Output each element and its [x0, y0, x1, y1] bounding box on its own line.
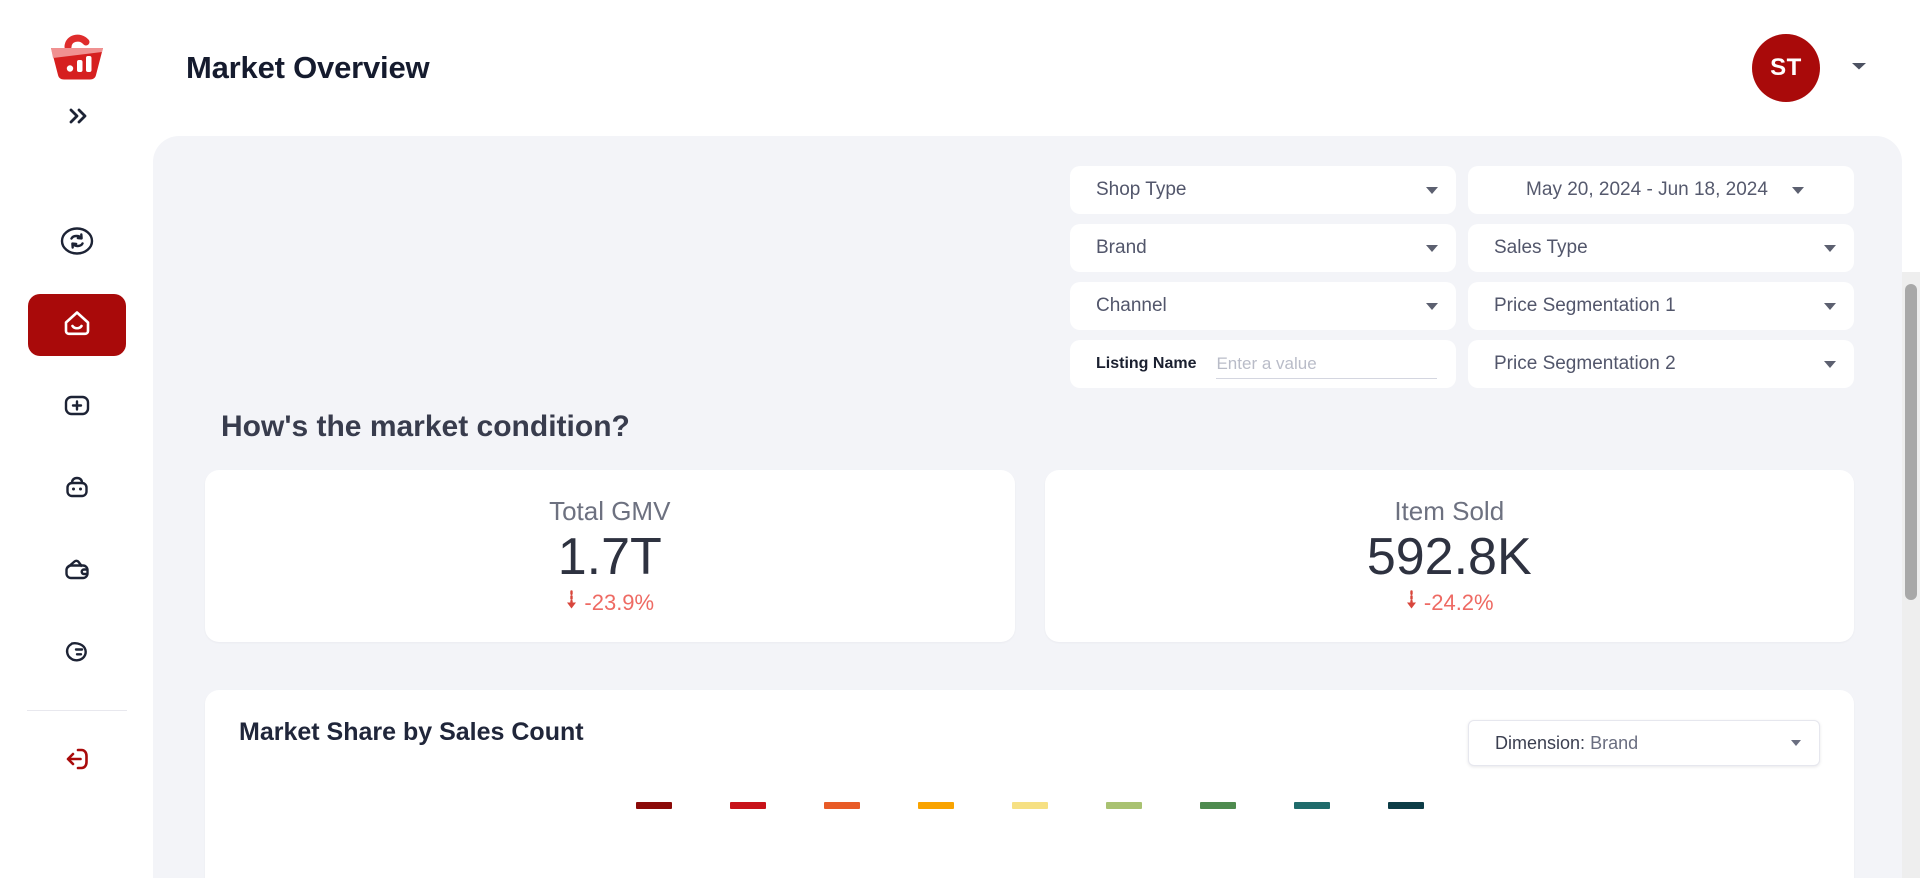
- legend-item[interactable]: [889, 802, 983, 809]
- filter-price-segmentation-2-label: Price Segmentation 2: [1494, 353, 1676, 374]
- chevron-down-icon: [1850, 59, 1868, 77]
- sidebar-item-wallet[interactable]: [28, 540, 126, 602]
- legend-swatch: [1387, 802, 1424, 809]
- app-logo[interactable]: [46, 26, 108, 88]
- sidebar: [0, 0, 153, 878]
- filter-shop-type-label: Shop Type: [1096, 179, 1187, 200]
- home-icon: [59, 305, 95, 346]
- legend-swatch: [917, 802, 954, 809]
- chart-title: Market Share by Sales Count: [239, 718, 584, 746]
- kpi-delta-value: -24.2%: [1423, 589, 1494, 615]
- filter-brand[interactable]: Brand: [1070, 224, 1456, 272]
- chart-card-market-share: Market Share by Sales Count Dimension: B…: [205, 690, 1854, 878]
- chevron-down-icon: [1824, 302, 1836, 310]
- vertical-scrollbar-thumb[interactable]: [1905, 284, 1917, 600]
- chat-bubble-icon: [60, 634, 94, 673]
- chevron-down-icon: [1791, 740, 1801, 746]
- chevron-down-icon: [1824, 360, 1836, 368]
- kpi-delta: -24.2%: [1405, 590, 1494, 616]
- avatar[interactable]: ST: [1752, 34, 1820, 102]
- arrow-down-icon: [1405, 589, 1418, 616]
- kpi-delta: -23.9%: [565, 590, 654, 616]
- sidebar-nav: [27, 212, 126, 684]
- plus-square-icon: [60, 388, 94, 427]
- legend-item[interactable]: [795, 802, 889, 809]
- kpi-delta-value: -23.9%: [584, 589, 655, 615]
- sidebar-item-bag[interactable]: [28, 458, 126, 520]
- legend-item[interactable]: [701, 802, 795, 809]
- legend-item[interactable]: [1077, 802, 1171, 809]
- filter-bar: Shop Type Brand Channel Listing Name Ent…: [153, 136, 1902, 388]
- sidebar-item-sync[interactable]: [28, 212, 126, 274]
- filter-column-left: Shop Type Brand Channel Listing Name Ent…: [1070, 166, 1456, 388]
- app-root: Market Overview ST Shop Type Brand Chann…: [0, 0, 1920, 878]
- chart-card-header: Market Share by Sales Count Dimension: B…: [239, 718, 1820, 766]
- listing-name-label: Listing Name: [1096, 355, 1197, 372]
- chevron-down-icon: [1824, 244, 1836, 252]
- chevron-down-icon: [1426, 186, 1438, 194]
- logout-icon: [59, 741, 95, 782]
- panel-scroll-region: Shop Type Brand Channel Listing Name Ent…: [153, 136, 1920, 878]
- kpi-card-total-gmv: Total GMV 1.7T -23.9%: [205, 470, 1015, 642]
- dimension-select-label: Dimension: Brand: [1495, 733, 1791, 754]
- filter-sales-type[interactable]: Sales Type: [1468, 224, 1854, 272]
- legend-item[interactable]: [983, 802, 1077, 809]
- listing-name-input[interactable]: [1216, 349, 1438, 379]
- page-title: Market Overview: [186, 50, 430, 85]
- sidebar-divider: [26, 710, 127, 711]
- legend-swatch: [823, 802, 860, 809]
- filter-channel-label: Channel: [1096, 295, 1167, 316]
- chevron-down-icon: [1426, 302, 1438, 310]
- legend-item[interactable]: [1265, 802, 1359, 809]
- dimension-select-key: Dimension:: [1495, 732, 1586, 753]
- legend-item[interactable]: [1359, 802, 1453, 809]
- kpi-value: 592.8K: [1366, 528, 1532, 587]
- chart-legend: [239, 802, 1820, 809]
- arrow-down-icon: [565, 589, 578, 616]
- sync-circle-icon: [60, 224, 94, 263]
- shopping-bag-icon: [60, 470, 94, 509]
- filter-date-range[interactable]: May 20, 2024 - Jun 18, 2024: [1468, 166, 1854, 214]
- kpi-label: Item Sold: [1394, 496, 1505, 527]
- sidebar-item-chat[interactable]: [28, 622, 126, 684]
- filter-price-segmentation-1[interactable]: Price Segmentation 1: [1468, 282, 1854, 330]
- legend-swatch: [1105, 802, 1142, 809]
- legend-item[interactable]: [1171, 802, 1265, 809]
- kpi-label: Total GMV: [549, 496, 671, 527]
- chevron-down-icon: [1426, 244, 1438, 252]
- chevron-down-icon: [1791, 186, 1804, 194]
- legend-swatch: [729, 802, 766, 809]
- double-chevron-right-icon: [69, 108, 86, 124]
- filter-channel[interactable]: Channel: [1070, 282, 1456, 330]
- kpi-row: Total GMV 1.7T -23.9% Item Sold 592.8K -…: [153, 444, 1902, 642]
- filter-brand-label: Brand: [1096, 237, 1147, 258]
- kpi-value: 1.7T: [557, 528, 662, 587]
- dashboard-panel: Shop Type Brand Channel Listing Name Ent…: [153, 136, 1902, 878]
- kpi-card-item-sold: Item Sold 592.8K -24.2%: [1044, 470, 1854, 642]
- filter-shop-type[interactable]: Shop Type: [1070, 166, 1456, 214]
- vertical-scrollbar[interactable]: [1902, 272, 1920, 878]
- dimension-select-value: Brand: [1590, 732, 1639, 753]
- sidebar-collapse-toggle[interactable]: [55, 94, 99, 138]
- filter-column-right: May 20, 2024 - Jun 18, 2024 Sales Type P…: [1468, 166, 1854, 388]
- filter-date-range-label: May 20, 2024 - Jun 18, 2024: [1526, 179, 1768, 200]
- topbar: Market Overview ST: [153, 0, 1920, 136]
- section-heading: How's the market condition?: [221, 410, 630, 443]
- filter-price-segmentation-1-label: Price Segmentation 1: [1494, 295, 1676, 316]
- filter-sales-type-label: Sales Type: [1494, 237, 1588, 258]
- avatar-menu-toggle[interactable]: [1850, 59, 1868, 77]
- sidebar-item-add[interactable]: [28, 376, 126, 438]
- sidebar-item-home[interactable]: [27, 294, 126, 356]
- filter-price-segmentation-2[interactable]: Price Segmentation 2: [1468, 340, 1854, 388]
- legend-swatch: [1199, 802, 1236, 809]
- dimension-select[interactable]: Dimension: Brand: [1468, 720, 1820, 766]
- legend-swatch: [635, 802, 672, 809]
- content-column: Market Overview ST Shop Type Brand Chann…: [153, 0, 1920, 878]
- filter-listing-name: Listing Name: [1070, 340, 1456, 388]
- legend-swatch: [1011, 802, 1048, 809]
- wallet-icon: [60, 552, 94, 591]
- sidebar-item-logout[interactable]: [28, 733, 126, 789]
- legend-swatch: [1293, 802, 1330, 809]
- legend-item[interactable]: [607, 802, 701, 809]
